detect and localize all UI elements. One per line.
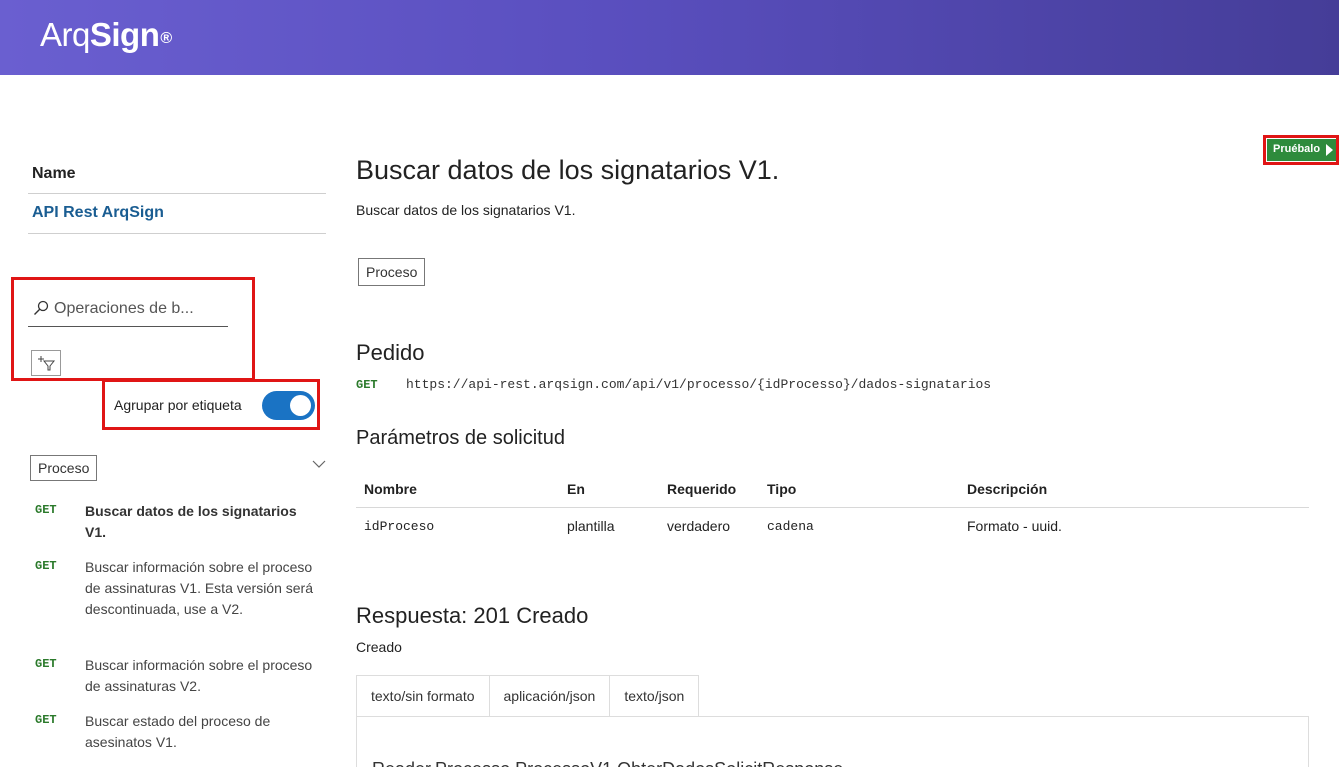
operation-title: Buscar información sobre el proceso de a… [85, 559, 314, 617]
operation-title: Buscar datos de los signatarios V1. [85, 503, 297, 540]
operation-item[interactable]: GET Buscar información sobre el proceso … [35, 557, 325, 643]
search-input[interactable] [54, 296, 226, 322]
method-badge: GET [35, 657, 57, 671]
operation-description: Buscar datos de los signatarios V1. [356, 202, 576, 218]
tab-application-json[interactable]: aplicación/json [489, 675, 611, 717]
param-description: Formato - uuid. [967, 518, 1062, 535]
method-badge: GET [35, 713, 57, 727]
param-in: plantilla [567, 518, 615, 535]
group-by-tag-label: Agrupar por etiqueta [114, 397, 242, 413]
table-row: idProceso plantilla verdadero cadena For… [356, 507, 1309, 545]
operation-item[interactable]: GET Buscar datos de los signatarios V1. [35, 501, 325, 545]
response-heading: Respuesta: 201 Creado [356, 603, 589, 628]
arqsign-logo[interactable]: ArqSign® [40, 16, 172, 54]
response-content-type-tabs: texto/sin formato aplicación/json texto/… [356, 675, 700, 717]
play-arrow-icon [1326, 144, 1333, 156]
request-method: GET [356, 378, 378, 392]
filter-add-icon [38, 356, 56, 371]
operation-title-heading: Buscar datos de los signatarios V1. [356, 155, 780, 185]
request-params-heading: Parámetros de solicitud [356, 427, 565, 449]
tab-text-plain[interactable]: texto/sin formato [356, 675, 490, 717]
try-it-label: Pruébalo [1273, 143, 1321, 155]
column-header: En [559, 472, 659, 508]
request-url: https://api-rest.arqsign.com/api/v1/proc… [406, 377, 992, 392]
column-header: Requerido [659, 472, 759, 508]
request-heading: Pedido [356, 340, 425, 365]
column-header: Tipo [759, 472, 959, 508]
response-description: Creado [356, 639, 402, 655]
toggle-knob [290, 395, 311, 416]
method-badge: GET [35, 559, 57, 573]
try-it-button[interactable]: Pruébalo [1267, 139, 1336, 161]
operation-tag-proceso[interactable]: Proceso [358, 258, 426, 286]
add-filter-button[interactable] [31, 350, 61, 376]
response-tab-panel: Reader.Processo.ProcessoV1.ObterDadosSol… [356, 716, 1309, 767]
chevron-down-icon[interactable] [311, 458, 327, 470]
table-header-row: Nombre En Requerido Tipo Descripción [356, 472, 1309, 508]
sidebar-name-header: Name [28, 158, 326, 194]
param-type: cadena [767, 518, 814, 534]
response-body-type: Reader.Processo.ProcessoV1.ObterDadosSol… [372, 759, 843, 767]
operation-title: Buscar información sobre el proceso de a… [85, 657, 313, 694]
search-box [28, 292, 228, 327]
tab-text-json[interactable]: texto/json [610, 675, 700, 717]
request-params-table: Nombre En Requerido Tipo Descripción idP… [356, 472, 1309, 545]
search-icon [34, 300, 49, 315]
sidebar-tag-proceso[interactable]: Proceso [30, 455, 98, 481]
method-badge: GET [35, 503, 57, 517]
operation-title: Buscar estado del proceso de asesinatos … [85, 713, 271, 750]
param-required: verdadero [667, 518, 731, 535]
sidebar-api-link[interactable]: API Rest ArqSign [28, 196, 326, 234]
top-header: ArqSign® [0, 0, 1339, 75]
column-header: Descripción [959, 472, 1309, 508]
group-by-tag-toggle[interactable] [262, 391, 315, 420]
operation-item[interactable]: GET Buscar información sobre el proceso … [35, 655, 325, 699]
operation-item[interactable]: GET Buscar estado del proceso de asesina… [35, 711, 325, 755]
column-header: Nombre [356, 472, 559, 508]
param-name: idProceso [364, 518, 435, 534]
